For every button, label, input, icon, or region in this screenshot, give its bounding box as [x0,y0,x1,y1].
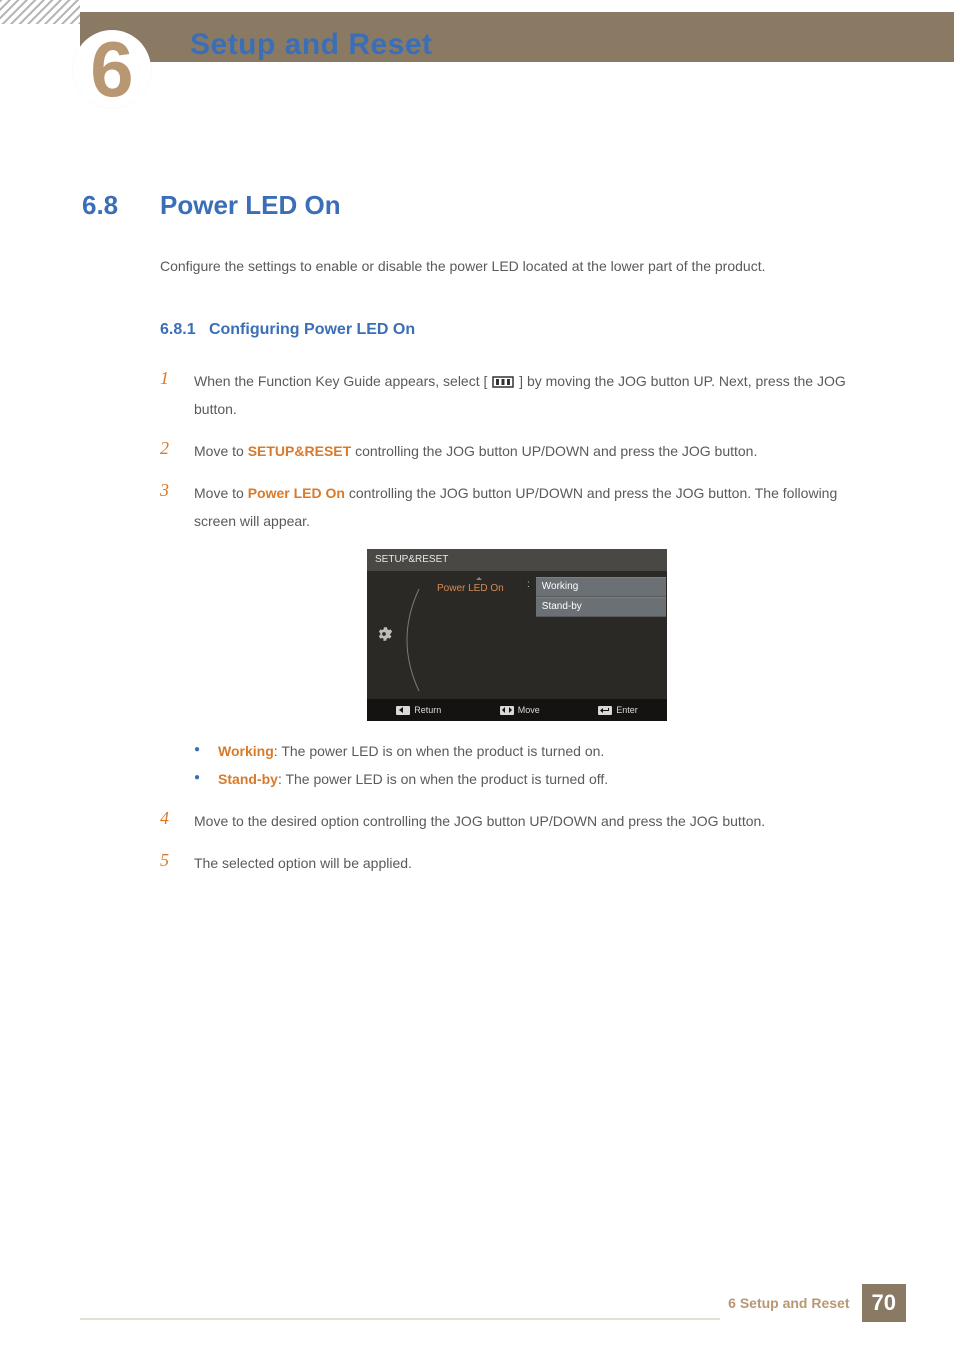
up-arrow-icon [476,577,482,580]
osd-enter-label: Enter [616,703,638,717]
step-body: Move to SETUP&RESET controlling the JOG … [194,437,874,465]
step-4: 4 Move to the desired option controlling… [160,807,874,835]
step-2: 2 Move to SETUP&RESET controlling the JO… [160,437,874,465]
step-1: 1 When the Function Key Guide appears, s… [160,367,874,423]
chapter-number-badge: 6 [72,0,152,120]
osd-menu-item: Power LED On [437,577,521,597]
section-intro: Configure the settings to enable or disa… [160,255,874,277]
enter-icon [598,706,612,715]
bullet-bold: Working [218,743,274,759]
osd-arc-graphic [389,585,427,695]
page-footer: 6 Setup and Reset 70 [728,1284,906,1322]
osd-colon: : [527,577,530,593]
osd-screenshot-wrap: SETUP&RESET [160,549,874,721]
subsection-number: 6.8.1 [160,321,196,338]
step-body: Move to Power LED On controlling the JOG… [194,479,874,535]
bullet-text: : The power LED is on when the product i… [278,771,608,787]
bullet-icon: ● [194,765,200,793]
osd-enter-hint: Enter [598,703,638,717]
step-text-post: controlling the JOG button UP/DOWN and p… [355,443,757,459]
move-arrows-icon [500,706,514,715]
step-3: 3 Move to Power LED On controlling the J… [160,479,874,535]
osd-return-label: Return [414,703,441,717]
osd-move-hint: Move [500,703,540,717]
section-title: Power LED On [160,190,341,221]
bullet-icon: ● [194,737,200,765]
step-number: 5 [160,849,194,877]
osd-move-label: Move [518,703,540,717]
footer-page-number: 70 [862,1284,906,1322]
power-led-on-label: Power LED On [248,485,345,501]
osd-footer: Return Move [367,699,667,721]
menu-icon [491,375,515,389]
subsection-title: Configuring Power LED On [209,321,415,338]
setup-reset-label: SETUP&RESET [248,443,351,459]
osd-menu-label: Power LED On [437,583,504,594]
content-area: Configure the settings to enable or disa… [160,255,874,891]
osd-screenshot: SETUP&RESET [367,549,667,721]
gear-icon [375,625,393,643]
step-number: 1 [160,367,194,423]
step-number: 4 [160,807,194,835]
bullet-working: ● Working: The power LED is on when the … [194,737,874,765]
bullet-bold: Stand-by [218,771,278,787]
step-text-pre: Move to [194,485,248,501]
step-5: 5 The selected option will be applied. [160,849,874,877]
option-descriptions: ● Working: The power LED is on when the … [194,737,874,793]
osd-option-standby: Stand-by [536,597,666,617]
step-text-pre: Move to [194,443,248,459]
step-body: The selected option will be applied. [194,849,874,877]
osd-option-working: Working [536,577,666,597]
osd-title: SETUP&RESET [367,549,667,571]
corner-hatch [0,0,80,24]
osd-option-list: Working Stand-by [536,577,666,617]
chapter-title: Setup and Reset [190,28,433,62]
footer-chapter-label: 6 Setup and Reset [728,1295,849,1311]
subsection-heading: 6.8.1 Configuring Power LED On [160,317,874,343]
bullet-text: : The power LED is on when the product i… [274,743,605,759]
bullet-standby: ● Stand-by: The power LED is on when the… [194,765,874,793]
step-body: When the Function Key Guide appears, sel… [194,367,874,423]
chapter-number: 6 [90,30,133,108]
step-number: 3 [160,479,194,535]
footer-rule [80,1318,720,1320]
osd-return-hint: Return [396,703,441,717]
section-number: 6.8 [82,190,118,221]
return-arrow-icon [396,706,410,715]
step-number: 2 [160,437,194,465]
step-body: Move to the desired option controlling t… [194,807,874,835]
step-text-pre: When the Function Key Guide appears, sel… [194,373,487,389]
